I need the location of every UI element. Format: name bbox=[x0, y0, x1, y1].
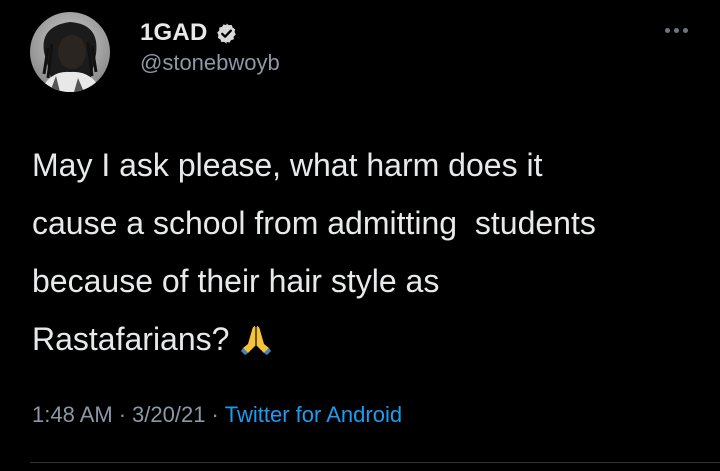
tweet-text-line: cause a school from admitting students bbox=[32, 205, 596, 241]
meta-separator: · bbox=[211, 402, 219, 427]
tweet-card: 1GAD @stonebwoyb May I ask please, what … bbox=[0, 0, 720, 471]
tweet-date[interactable]: 3/20/21 bbox=[132, 402, 205, 428]
more-dot bbox=[682, 27, 688, 33]
meta-separator: · bbox=[118, 402, 127, 427]
tweet-text-line: Rastafarians? bbox=[32, 321, 230, 357]
divider bbox=[30, 462, 720, 463]
tweet-text-line: May I ask please, what harm does it bbox=[32, 147, 543, 183]
author-display-name[interactable]: 1GAD bbox=[140, 19, 207, 47]
tweet-text: May I ask please, what harm does it caus… bbox=[32, 136, 692, 368]
more-dot bbox=[664, 27, 670, 33]
avatar[interactable] bbox=[30, 12, 110, 92]
author-handle[interactable]: @stonebwoyb bbox=[140, 50, 280, 76]
tweet-text-line: because of their hair style as bbox=[32, 263, 440, 299]
more-dot bbox=[673, 27, 679, 33]
tweet-source-link[interactable]: Twitter for Android bbox=[225, 402, 402, 428]
more-horizontal-icon[interactable] bbox=[656, 18, 696, 42]
profile-photo-icon bbox=[30, 12, 110, 92]
tweet-meta: 1:48 AM · 3/20/21 · Twitter for Android bbox=[32, 402, 402, 428]
tweet-text-last-line: Rastafarians? bbox=[32, 310, 692, 368]
author-name-row: 1GAD bbox=[140, 16, 238, 50]
tweet-time[interactable]: 1:48 AM bbox=[32, 402, 113, 428]
folded-hands-icon bbox=[239, 316, 273, 355]
verified-badge-icon bbox=[215, 22, 238, 45]
